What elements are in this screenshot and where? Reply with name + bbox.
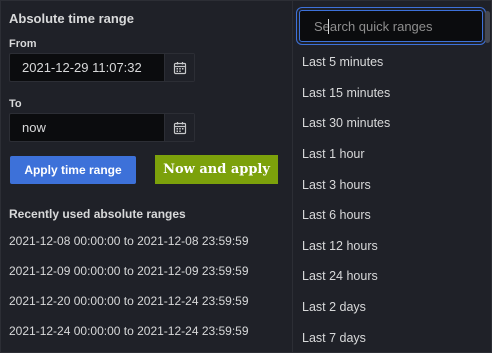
now-and-apply-button[interactable]: Now and apply: [155, 155, 278, 184]
recent-ranges-heading: Recently used absolute ranges: [9, 207, 186, 221]
from-field[interactable]: 2021-12-29 11:07:32: [9, 53, 195, 82]
time-range-picker: Absolute time range From 2021-12-29 11:0…: [0, 0, 492, 353]
quick-ranges-panel: Last 5 minutes Last 15 minutes Last 30 m…: [293, 1, 491, 352]
absolute-range-panel: Absolute time range From 2021-12-29 11:0…: [1, 1, 292, 352]
to-calendar-button[interactable]: [164, 114, 194, 141]
text-cursor: [328, 19, 329, 34]
calendar-icon: [173, 61, 186, 74]
to-label: To: [9, 98, 22, 110]
from-label: From: [9, 38, 37, 50]
quick-range-item[interactable]: Last 1 hour: [302, 147, 365, 161]
recent-range-item[interactable]: 2021-12-08 00:00:00 to 2021-12-08 23:59:…: [9, 234, 249, 248]
recent-range-item[interactable]: 2021-12-20 00:00:00 to 2021-12-24 23:59:…: [9, 294, 249, 308]
from-calendar-button[interactable]: [164, 54, 194, 81]
to-input[interactable]: now: [10, 120, 164, 135]
quick-range-item[interactable]: Last 7 days: [302, 331, 366, 345]
recent-range-item[interactable]: 2021-12-24 00:00:00 to 2021-12-24 23:59:…: [9, 324, 249, 338]
quick-range-item[interactable]: Last 24 hours: [302, 269, 378, 283]
quick-range-item[interactable]: Last 15 minutes: [302, 86, 390, 100]
to-field[interactable]: now: [9, 113, 195, 142]
from-input[interactable]: 2021-12-29 11:07:32: [10, 60, 164, 75]
quick-range-search[interactable]: [299, 10, 490, 42]
quick-range-item[interactable]: Last 30 minutes: [302, 116, 390, 130]
quick-range-item[interactable]: Last 2 days: [302, 300, 366, 314]
absolute-range-heading: Absolute time range: [9, 11, 134, 26]
quick-ranges-scrollbar[interactable]: [483, 1, 491, 352]
search-input[interactable]: [314, 18, 490, 34]
apply-time-range-button[interactable]: Apply time range: [10, 156, 136, 184]
calendar-icon: [173, 121, 186, 134]
quick-range-item[interactable]: Last 12 hours: [302, 239, 378, 253]
recent-range-item[interactable]: 2021-12-09 00:00:00 to 2021-12-09 23:59:…: [9, 264, 249, 278]
quick-range-item[interactable]: Last 3 hours: [302, 178, 371, 192]
quick-range-item[interactable]: Last 5 minutes: [302, 55, 383, 69]
quick-range-item[interactable]: Last 6 hours: [302, 208, 371, 222]
scrollbar-thumb[interactable]: [485, 11, 490, 43]
